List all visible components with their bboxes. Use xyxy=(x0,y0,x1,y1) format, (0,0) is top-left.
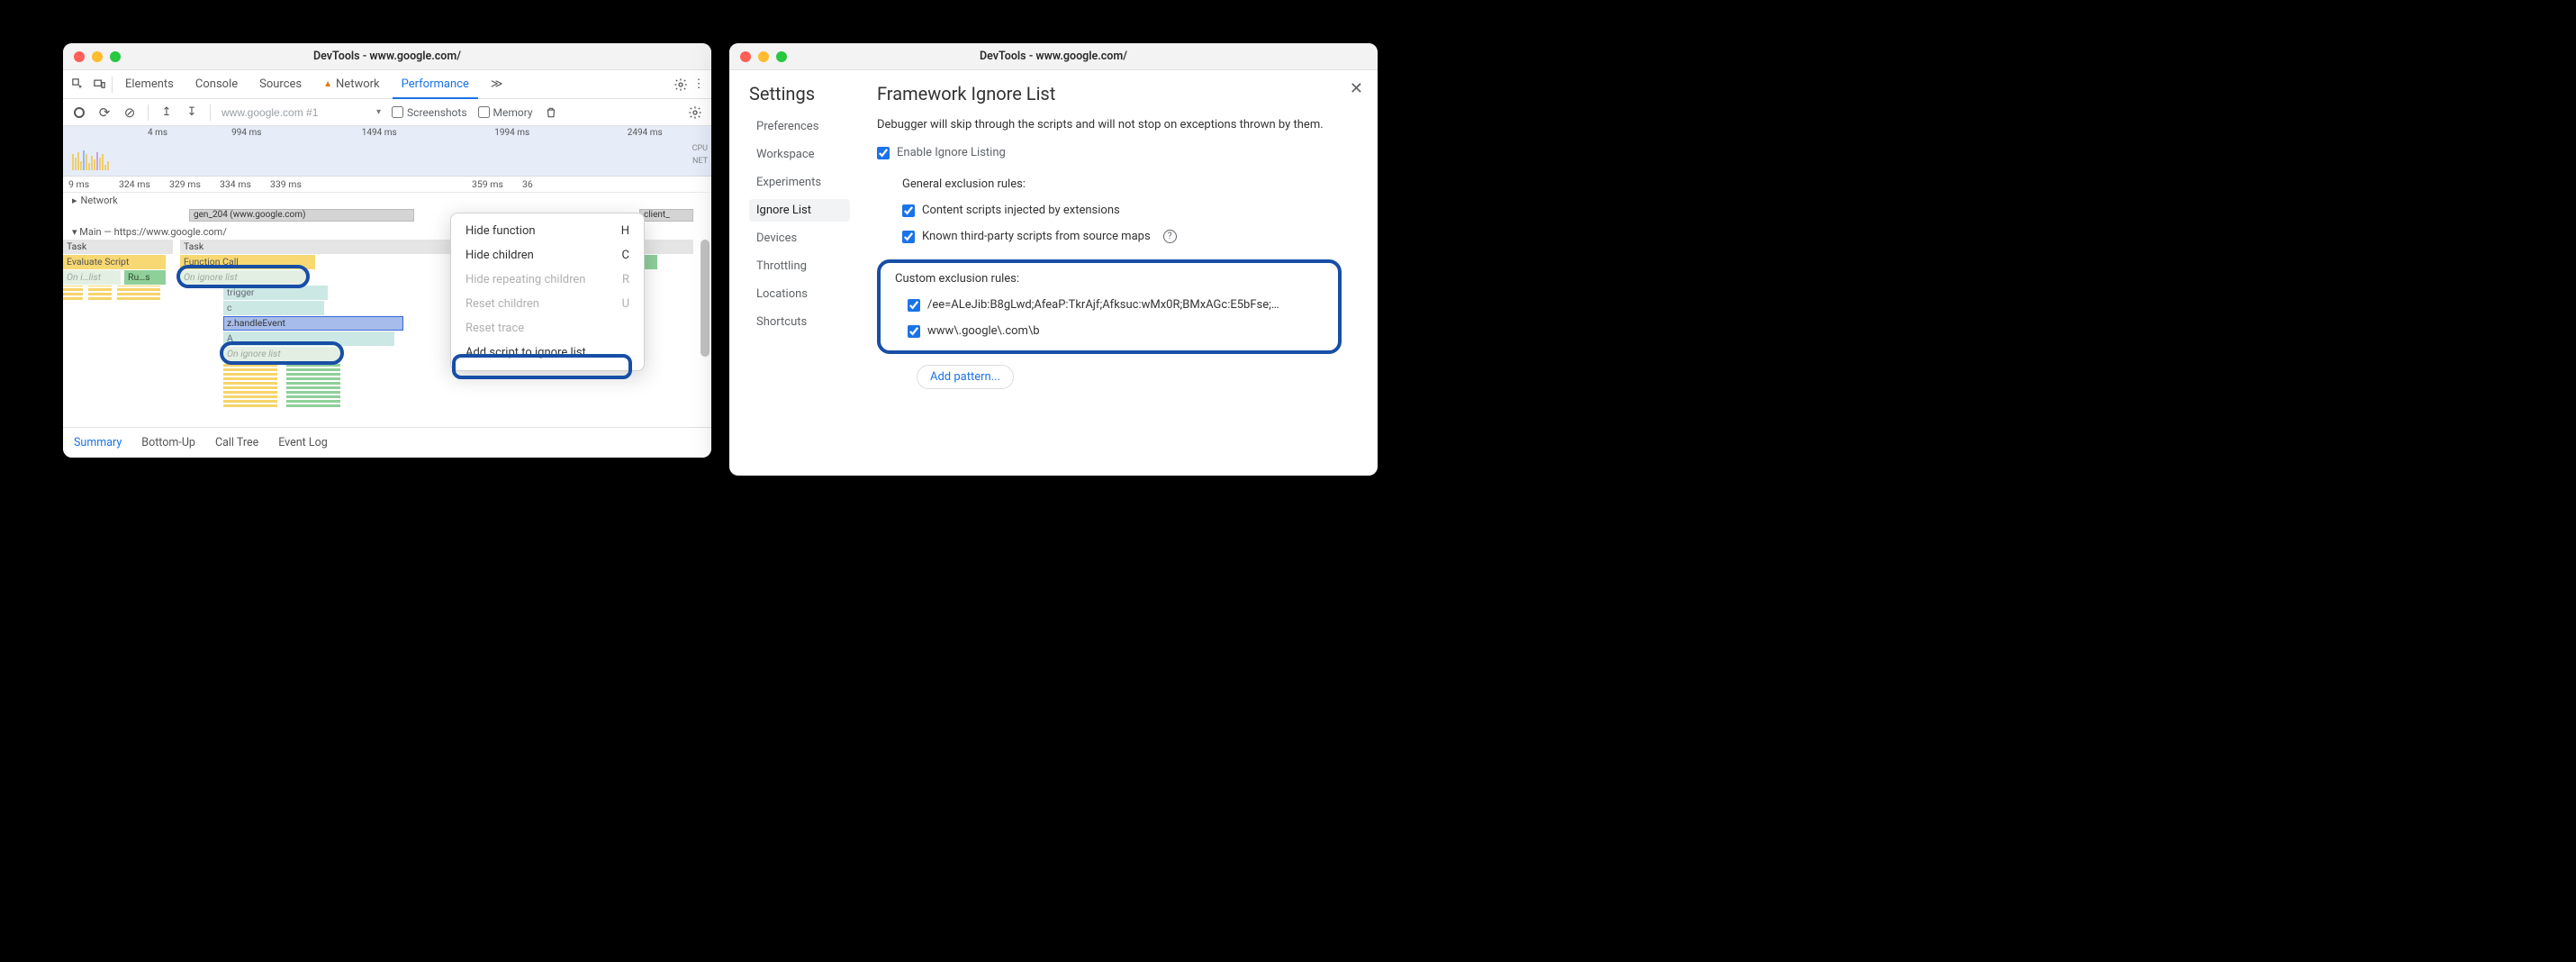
sidebar-item-ignore-list[interactable]: Ignore List xyxy=(749,199,850,222)
panel-tabs: Elements Console Sources Network Perform… xyxy=(63,70,711,99)
context-menu: Hide functionH Hide childrenC Hide repea… xyxy=(450,213,645,371)
titlebar: DevTools - www.google.com/ xyxy=(729,43,1378,70)
gear-icon[interactable] xyxy=(688,105,702,120)
enable-ignore-listing-checkbox[interactable]: Enable Ignore Listing xyxy=(877,146,1342,159)
flame-block[interactable]: Evaluate Script xyxy=(63,255,166,269)
ctx-reset-children: Reset childrenU xyxy=(451,292,644,316)
sidebar-item-shortcuts[interactable]: Shortcuts xyxy=(749,311,850,333)
flame-block[interactable]: On i…list xyxy=(63,270,121,285)
tab-sources[interactable]: Sources xyxy=(250,70,311,99)
sidebar-item-throttling[interactable]: Throttling xyxy=(749,255,850,277)
flame-block-ignorelist[interactable]: On ignore list xyxy=(180,270,306,285)
time-ruler: 9 ms324 ms 329 ms334 ms 339 ms 359 ms36 xyxy=(63,177,711,193)
tab-console[interactable]: Console xyxy=(186,70,247,99)
flame-block-selected[interactable]: z.handleEvent xyxy=(223,316,403,331)
tick-label: 994 ms xyxy=(180,128,313,138)
sidebar-item-experiments[interactable]: Experiments xyxy=(749,171,850,194)
custom-rules-highlight: Custom exclusion rules: /ee=ALeJib:B8gLw… xyxy=(877,259,1342,354)
flame-block[interactable] xyxy=(286,362,340,407)
help-icon[interactable]: ? xyxy=(1163,230,1177,243)
gear-icon[interactable] xyxy=(673,77,688,92)
panel-title: Framework Ignore List xyxy=(877,83,1342,104)
tab-calltree[interactable]: Call Tree xyxy=(215,436,258,449)
memory-checkbox[interactable]: Memory xyxy=(478,106,533,119)
tick-label: 1494 ms xyxy=(313,128,447,138)
ctx-hide-repeating-children: Hide repeating childrenR xyxy=(451,268,644,292)
flame-block-ignorelist[interactable]: On ignore list xyxy=(223,347,340,361)
titlebar: DevTools - www.google.com/ xyxy=(63,43,711,70)
settings-panel: ✕ Framework Ignore List Debugger will sk… xyxy=(864,70,1378,476)
custom-rules-label: Custom exclusion rules: xyxy=(895,272,1324,286)
flame-block[interactable] xyxy=(223,362,277,407)
chevron-right-icon: ▸ xyxy=(72,195,77,206)
flame-block[interactable]: Task xyxy=(63,240,173,254)
content-scripts-checkbox[interactable]: Content scripts injected by extensions xyxy=(902,204,1342,217)
sidebar-item-workspace[interactable]: Workspace xyxy=(749,143,850,166)
ctx-hide-function[interactable]: Hide functionH xyxy=(451,219,644,243)
flame-block[interactable] xyxy=(88,286,112,300)
trash-icon[interactable] xyxy=(544,105,558,120)
kebab-icon[interactable]: ⋮ xyxy=(691,77,706,92)
general-rules-label: General exclusion rules: xyxy=(902,177,1342,191)
tab-network[interactable]: Network xyxy=(314,70,389,99)
details-tabs: Summary Bottom-Up Call Tree Event Log xyxy=(63,427,711,458)
tab-performance[interactable]: Performance xyxy=(393,70,478,99)
tab-overflow-icon[interactable]: ≫ xyxy=(482,70,512,99)
close-icon[interactable]: ✕ xyxy=(1350,79,1363,98)
flame-block[interactable] xyxy=(63,286,83,300)
flame-block[interactable]: Ru…s xyxy=(124,270,166,285)
chevron-down-icon[interactable]: ▾ xyxy=(376,107,381,117)
tab-bottomup[interactable]: Bottom-Up xyxy=(141,436,195,449)
clear-icon[interactable]: ⊘ xyxy=(122,105,137,120)
ctx-hide-children[interactable]: Hide childrenC xyxy=(451,243,644,268)
ctx-add-to-ignore-list[interactable]: Add script to ignore list xyxy=(451,340,644,365)
reload-icon[interactable]: ⟳ xyxy=(97,105,112,120)
chevron-down-icon: ▾ xyxy=(72,226,77,238)
screenshots-checkbox[interactable]: Screenshots xyxy=(392,106,466,119)
third-party-scripts-checkbox[interactable]: Known third-party scripts from source ma… xyxy=(902,230,1342,243)
record-icon[interactable] xyxy=(72,105,86,120)
flame-block[interactable]: c xyxy=(223,301,324,315)
flame-block[interactable]: trigger xyxy=(223,286,328,300)
upload-icon[interactable]: ↥ xyxy=(159,105,174,120)
tab-summary[interactable]: Summary xyxy=(74,436,122,449)
window-title: DevTools - www.google.com/ xyxy=(63,50,711,63)
window-title: DevTools - www.google.com/ xyxy=(729,50,1378,63)
network-bar[interactable]: gen_204 (www.google.com) xyxy=(189,209,414,222)
inspect-icon[interactable] xyxy=(68,77,86,91)
tick-label: 4 ms xyxy=(135,128,180,138)
ctx-reset-trace: Reset trace xyxy=(451,316,644,340)
tab-elements[interactable]: Elements xyxy=(116,70,183,99)
devtools-performance-window: DevTools - www.google.com/ Elements Cons… xyxy=(63,43,711,458)
sidebar-item-devices[interactable]: Devices xyxy=(749,227,850,250)
recording-title-input[interactable] xyxy=(221,106,366,119)
custom-rule-checkbox[interactable]: www\.google\.com\b xyxy=(908,324,1324,338)
performance-toolbar: ⟳ ⊘ ↥ ↧ ▾ Screenshots Memory xyxy=(63,99,711,126)
sidebar-item-preferences[interactable]: Preferences xyxy=(749,115,850,138)
download-icon[interactable]: ↧ xyxy=(185,105,199,120)
settings-sidebar: Settings Preferences Workspace Experimen… xyxy=(729,70,864,476)
flame-block[interactable] xyxy=(117,286,160,300)
flame-block[interactable]: Function Call xyxy=(180,255,315,269)
tick-label: 2494 ms xyxy=(579,128,712,138)
settings-heading: Settings xyxy=(749,83,850,104)
tick-label: 1994 ms xyxy=(446,128,579,138)
network-bar[interactable]: client_ xyxy=(639,209,693,222)
network-track-header[interactable]: ▸ Network xyxy=(63,193,711,208)
sidebar-item-locations[interactable]: Locations xyxy=(749,283,850,305)
devtools-settings-window: DevTools - www.google.com/ Settings Pref… xyxy=(729,43,1378,476)
timeline-overview[interactable]: 4 ms 994 ms 1494 ms 1994 ms 2494 ms CPU … xyxy=(63,126,711,177)
custom-rule-checkbox[interactable]: /ee=ALeJib:B8gLwd;AfeaP:TkrAjf;Afksuc:wM… xyxy=(908,298,1324,312)
flame-block[interactable]: A xyxy=(223,331,394,346)
panel-description: Debugger will skip through the scripts a… xyxy=(877,117,1342,133)
add-pattern-button[interactable]: Add pattern... xyxy=(917,365,1014,389)
device-toggle-icon[interactable] xyxy=(90,77,108,91)
tab-eventlog[interactable]: Event Log xyxy=(278,436,328,449)
